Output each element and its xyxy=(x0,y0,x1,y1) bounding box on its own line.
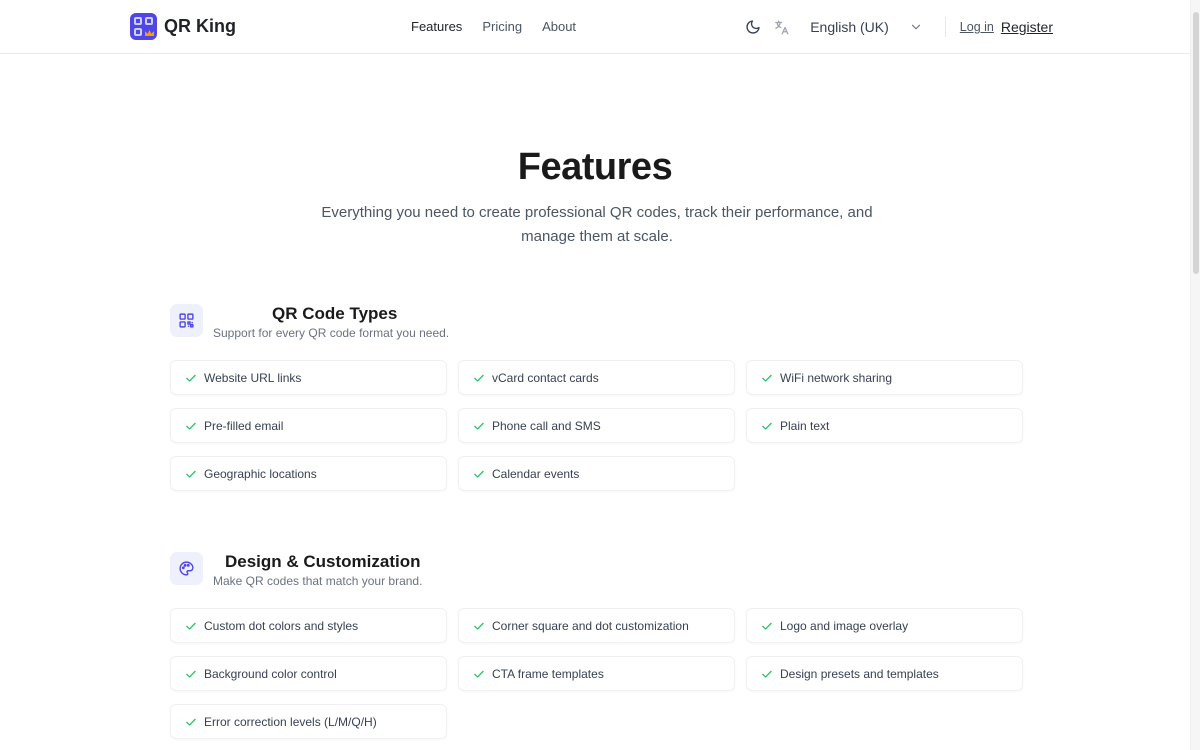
feature-label: Website URL links xyxy=(204,370,302,385)
section-qr-code-types: QR Code Types Support for every QR code … xyxy=(170,304,1024,496)
feature-label: Plain text xyxy=(780,418,830,433)
section-design-customization: Design & Customization Make QR codes tha… xyxy=(170,552,1024,744)
feature-label: Design presets and templates xyxy=(780,666,939,681)
feature-item: Pre-filled email xyxy=(170,408,447,443)
register-link[interactable]: Register xyxy=(1001,19,1053,35)
check-icon xyxy=(474,622,484,630)
page-scrollbar[interactable] xyxy=(1190,0,1200,750)
feature-item: vCard contact cards xyxy=(458,360,735,395)
theme-toggle-button[interactable] xyxy=(742,16,764,38)
nav-pricing[interactable]: Pricing xyxy=(482,19,522,34)
logo-link[interactable]: QR King xyxy=(130,13,236,40)
feature-label: Logo and image overlay xyxy=(780,618,909,633)
moon-icon xyxy=(746,20,760,34)
feature-label: Geographic locations xyxy=(204,466,317,481)
feature-item: Background color control xyxy=(170,656,447,691)
check-icon xyxy=(474,470,484,478)
feature-item: Phone call and SMS xyxy=(458,408,735,443)
feature-label: Custom dot colors and styles xyxy=(204,618,359,633)
app-name: QR King xyxy=(164,16,236,36)
scrollbar-thumb[interactable] xyxy=(1193,12,1199,274)
check-icon xyxy=(762,422,772,430)
translate-button[interactable] xyxy=(770,16,792,38)
feature-item: WiFi network sharing xyxy=(746,360,1023,395)
page-title: Features xyxy=(517,146,673,188)
nav-about[interactable]: About xyxy=(542,19,576,34)
feature-item: CTA frame templates xyxy=(458,656,735,691)
feature-label: Calendar events xyxy=(492,466,580,481)
header-actions: English (UK) Log in Register xyxy=(742,14,1053,40)
page-subtitle: Everything you need to create profession… xyxy=(321,204,873,245)
section-description: Support for every QR code format you nee… xyxy=(213,326,450,340)
check-icon xyxy=(762,670,772,678)
feature-label: Phone call and SMS xyxy=(492,418,601,433)
main-nav: Features Pricing About xyxy=(411,19,576,34)
feature-label: Error correction levels (L/M/Q/H) xyxy=(204,714,377,729)
section-title: Design & Customization xyxy=(225,552,421,571)
feature-label: Background color control xyxy=(204,666,337,681)
check-icon xyxy=(186,422,196,430)
nav-features[interactable]: Features xyxy=(411,19,462,34)
feature-item: Error correction levels (L/M/Q/H) xyxy=(170,704,447,739)
header-divider xyxy=(944,17,946,37)
check-icon xyxy=(474,374,484,382)
feature-item: Logo and image overlay xyxy=(746,608,1023,643)
feature-label: vCard contact cards xyxy=(492,370,599,385)
feature-item: Website URL links xyxy=(170,360,447,395)
feature-label: Corner square and dot customization xyxy=(492,618,689,633)
feature-item: Geographic locations xyxy=(170,456,447,491)
language-label: English (UK) xyxy=(810,19,889,35)
check-icon xyxy=(186,670,196,678)
check-icon xyxy=(762,374,772,382)
language-select[interactable]: English (UK) xyxy=(810,19,923,35)
feature-item: Design presets and templates xyxy=(746,656,1023,691)
feature-label: CTA frame templates xyxy=(492,666,604,681)
qr-king-logo-icon xyxy=(130,13,157,40)
check-icon xyxy=(186,718,196,726)
feature-item: Corner square and dot customization xyxy=(458,608,735,643)
feature-item: Plain text xyxy=(746,408,1023,443)
check-icon xyxy=(186,470,196,478)
feature-label: WiFi network sharing xyxy=(780,370,893,385)
feature-label: Pre-filled email xyxy=(204,418,284,433)
login-link[interactable]: Log in xyxy=(960,20,994,34)
qr-code-icon xyxy=(170,304,203,337)
check-icon xyxy=(186,622,196,630)
chevron-down-icon xyxy=(911,24,920,30)
translate-icon xyxy=(774,19,789,35)
check-icon xyxy=(186,374,196,382)
palette-icon xyxy=(170,552,203,585)
check-icon xyxy=(474,422,484,430)
section-title: QR Code Types xyxy=(272,304,398,323)
top-navbar: QR King Features Pricing About English (… xyxy=(0,0,1190,54)
feature-item: Calendar events xyxy=(458,456,735,491)
section-description: Make QR codes that match your brand. xyxy=(213,574,423,588)
check-icon xyxy=(762,622,772,630)
feature-item: Custom dot colors and styles xyxy=(170,608,447,643)
check-icon xyxy=(474,670,484,678)
